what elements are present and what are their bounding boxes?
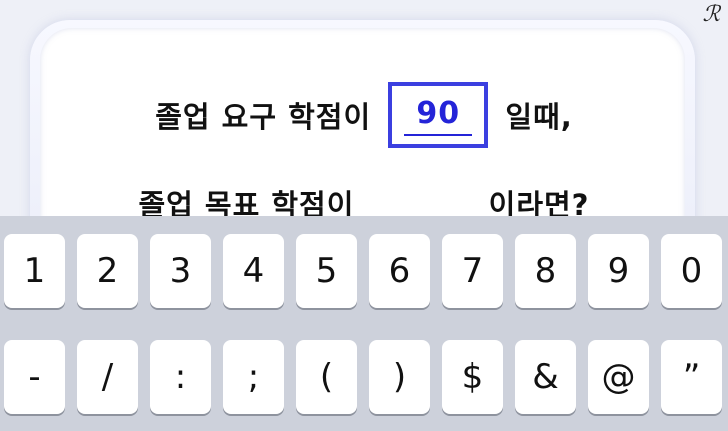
key-0[interactable]: 0 [661,234,722,308]
question-line-1: 졸업 요구 학점이 90 일때, [0,82,728,148]
brand-logo: ℛ [702,2,720,27]
answer-input-box[interactable]: 90 [388,82,489,148]
key-4[interactable]: 4 [223,234,284,308]
requirement-label: 졸업 요구 학점이 [155,100,372,134]
key-ampersand[interactable]: & [515,340,576,414]
key-open-paren[interactable]: ( [296,340,357,414]
key-colon[interactable]: : [150,340,211,414]
key-2[interactable]: 2 [77,234,138,308]
key-semicolon[interactable]: ; [223,340,284,414]
key-quote[interactable]: ” [661,340,722,414]
key-5[interactable]: 5 [296,234,357,308]
key-8[interactable]: 8 [515,234,576,308]
key-3[interactable]: 3 [150,234,211,308]
key-at[interactable]: @ [588,340,649,414]
key-6[interactable]: 6 [369,234,430,308]
key-9[interactable]: 9 [588,234,649,308]
key-dollar[interactable]: $ [442,340,503,414]
requirement-suffix: 일때, [505,100,573,134]
key-close-paren[interactable]: ) [369,340,430,414]
answer-input-underline [404,134,473,136]
key-slash[interactable]: / [77,340,138,414]
key-7[interactable]: 7 [442,234,503,308]
answer-input-value[interactable]: 90 [392,96,484,131]
key-hyphen[interactable]: - [4,340,65,414]
key-1[interactable]: 1 [4,234,65,308]
numeric-keyboard: 1 2 3 4 5 6 7 8 9 0 - / : ; ( ) $ & @ ” [0,216,728,431]
